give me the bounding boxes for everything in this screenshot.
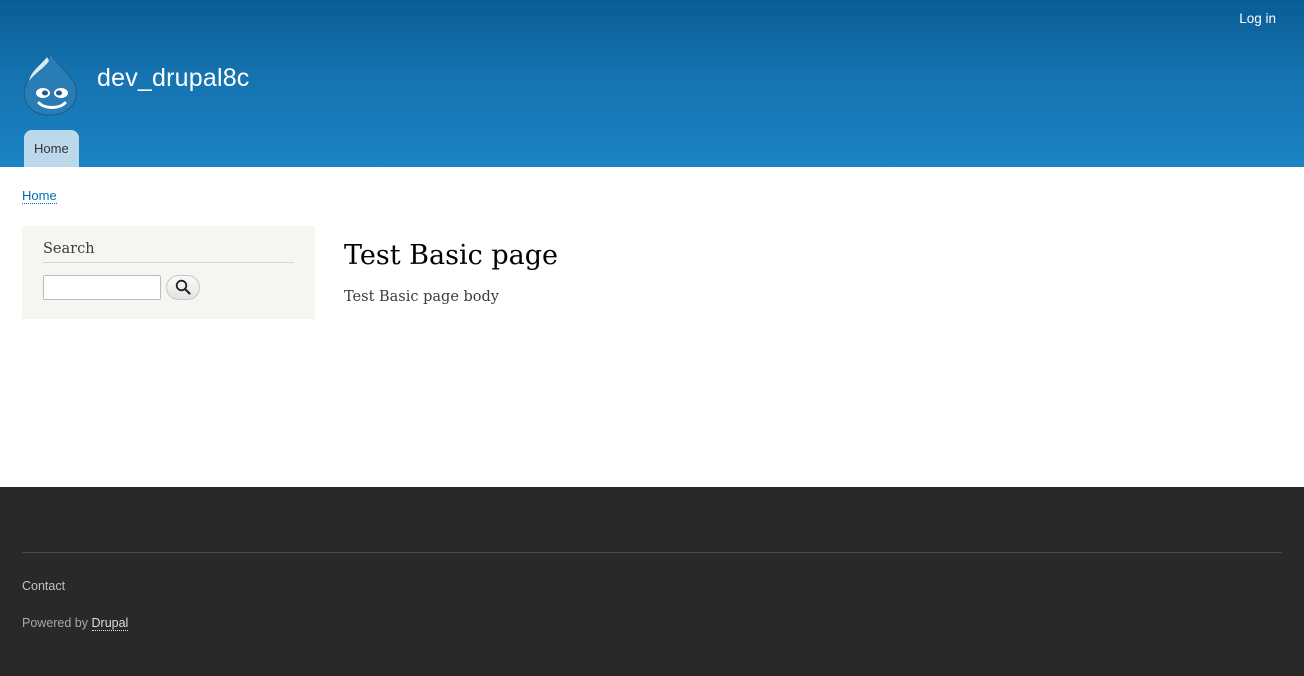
site-footer: Contact Powered by Drupal <box>0 487 1304 676</box>
footer-divider <box>22 552 1282 553</box>
search-icon <box>175 279 191 295</box>
search-block-title: Search <box>43 241 294 263</box>
site-name[interactable]: dev_drupal8c <box>97 64 250 93</box>
login-link[interactable]: Log in <box>1239 11 1276 26</box>
powered-by-text: Powered by Drupal <box>22 616 129 631</box>
search-button[interactable] <box>166 275 200 300</box>
footer-contact-link[interactable]: Contact <box>22 579 65 593</box>
page-title: Test Basic page <box>344 240 558 271</box>
powered-by-prefix: Powered by <box>22 616 89 630</box>
main-navigation: Home <box>24 130 79 167</box>
sidebar-search-block: Search <box>22 226 315 319</box>
search-input[interactable] <box>43 275 161 300</box>
site-header: Log in dev_drupal8c Home <box>0 0 1304 167</box>
site-logo[interactable] <box>21 51 81 117</box>
breadcrumb-home-link[interactable]: Home <box>22 188 57 204</box>
drupal-link[interactable]: Drupal <box>91 616 129 631</box>
nav-tab-home[interactable]: Home <box>24 130 79 167</box>
page-body-text: Test Basic page body <box>344 289 499 305</box>
drupal-drop-logo-icon <box>23 51 77 116</box>
